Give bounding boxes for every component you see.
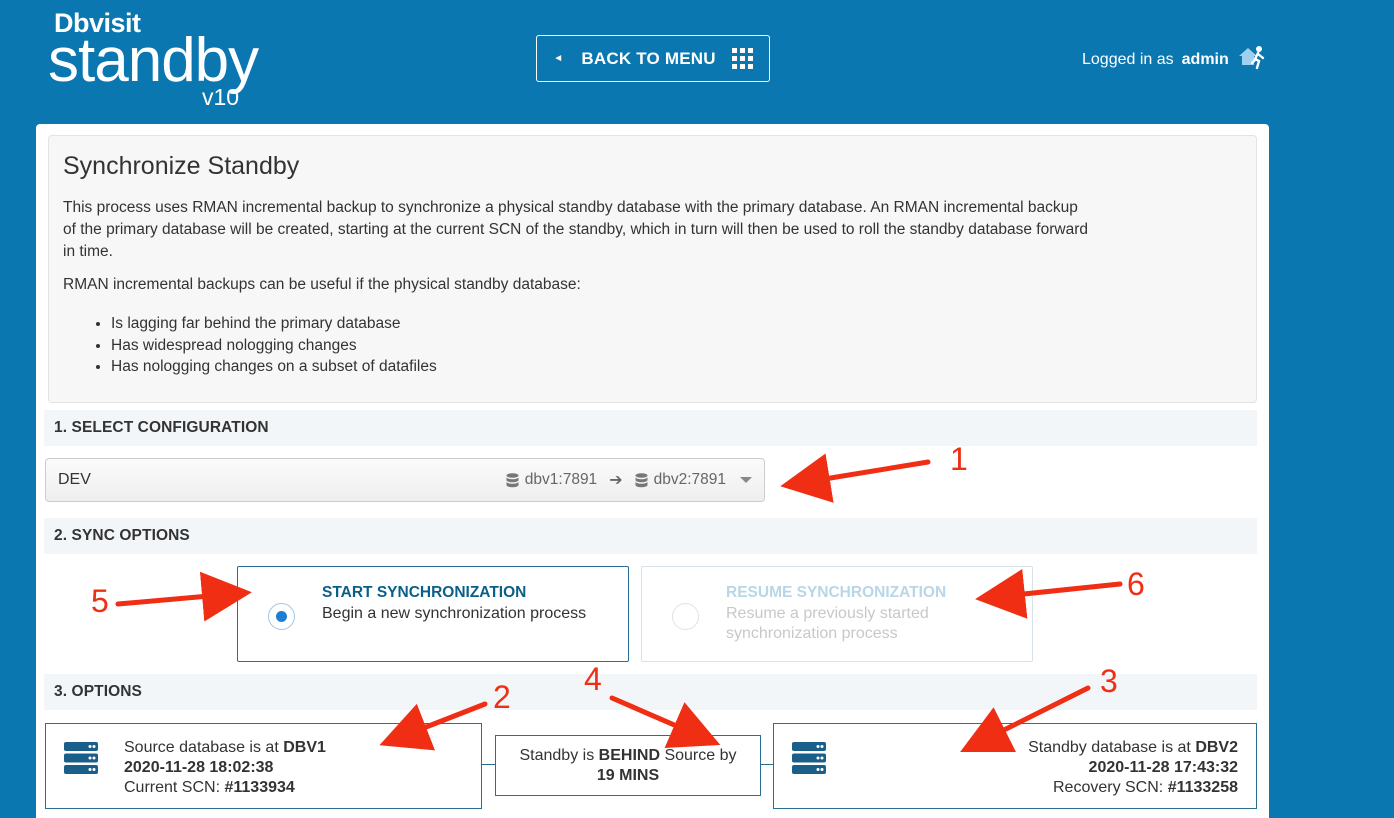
back-arrow-icon: ◄ — [553, 53, 564, 64]
source-timestamp: 2020-11-28 18:02:38 — [124, 759, 274, 776]
logo-product: standby — [48, 26, 259, 95]
option-description: Begin a new synchronization process — [322, 605, 587, 622]
arrow-right-icon: ➔ — [609, 472, 623, 489]
resume-synchronization-option[interactable]: RESUME SYNCHRONIZATION Resume a previous… — [641, 566, 1033, 662]
source-label: Source database is at — [124, 739, 279, 756]
chevron-down-icon — [740, 477, 752, 483]
database-icon — [506, 472, 519, 487]
standby-scn: #1133258 — [1167, 779, 1238, 796]
standby-label: Standby database is at — [1028, 739, 1191, 756]
connector-line — [761, 764, 773, 765]
standby-database-details: Standby database is at DBV2 2020-11-28 1… — [1028, 738, 1238, 798]
back-to-menu-label: BACK TO MENU — [581, 48, 716, 68]
status-suffix: Source by — [664, 747, 737, 764]
back-to-menu-button[interactable]: ◄ BACK TO MENU — [536, 35, 770, 82]
source-scn-label: Current SCN: — [124, 779, 221, 796]
server-icon — [792, 742, 826, 774]
intro-box: Synchronize Standby This process uses RM… — [48, 135, 1257, 403]
list-item: Has nologging changes on a subset of dat… — [111, 356, 1242, 378]
start-sync-radio[interactable] — [268, 603, 295, 630]
list-item: Is lagging far behind the primary databa… — [111, 313, 1242, 335]
configuration-route: dbv1:7891 — [506, 471, 597, 489]
source-host: dbv1:7891 — [524, 471, 598, 488]
standby-scn-label: Recovery SCN: — [1052, 779, 1164, 796]
start-synchronization-option[interactable]: START SYNCHRONIZATION Begin a new synchr… — [237, 566, 629, 662]
login-prefix: Logged in as — [1082, 50, 1174, 68]
dbvisit-logo: Dbvisit standby v10 — [48, 6, 288, 110]
intro-paragraph-2: RMAN incremental backups can be useful i… — [63, 276, 581, 293]
target-host: dbv2:7891 — [653, 471, 726, 488]
connector-line — [482, 764, 495, 765]
configuration-select[interactable]: DEV dbv1:7891 ➔ dbv2:7891 — [45, 458, 765, 502]
source-database-details: Source database is at DBV1 2020-11-28 18… — [124, 738, 326, 798]
configuration-name: DEV — [58, 471, 91, 488]
database-icon — [635, 472, 648, 487]
option-description: Resume a previously started synchronizat… — [726, 605, 929, 642]
menu-grid-icon — [731, 48, 753, 69]
list-item: Has widespread nologging changes — [111, 335, 1242, 357]
standby-db-name: DBV2 — [1195, 739, 1238, 756]
option-title: RESUME SYNCHRONIZATION — [726, 584, 947, 601]
status-lag: 19 MINS — [596, 767, 660, 784]
login-user: admin — [1181, 50, 1229, 68]
page-title: Synchronize Standby — [63, 152, 300, 180]
configuration-target: dbv2:7891 — [635, 471, 726, 489]
logo-version: v10 — [202, 84, 240, 110]
main-panel: Synchronize Standby This process uses RM… — [36, 124, 1269, 818]
standby-timestamp: 2020-11-28 17:43:32 — [1088, 759, 1238, 776]
server-icon — [64, 742, 98, 774]
intro-paragraph-1: This process uses RMAN incremental backu… — [63, 199, 1088, 260]
login-status: Logged in as admin — [1082, 44, 1267, 75]
section-options: 3. OPTIONS — [44, 674, 1257, 710]
resume-sync-radio[interactable] — [672, 603, 699, 630]
intro-bullet-list: Is lagging far behind the primary databa… — [111, 313, 1242, 378]
option-title: START SYNCHRONIZATION — [322, 584, 527, 601]
status-state: BEHIND — [598, 747, 660, 764]
status-prefix: Standby is — [519, 747, 595, 764]
source-scn: #1133934 — [224, 779, 295, 796]
standby-database-card: Standby database is at DBV2 2020-11-28 1… — [773, 723, 1257, 809]
section-sync-options: 2. SYNC OPTIONS — [44, 518, 1257, 554]
source-database-card: Source database is at DBV1 2020-11-28 18… — [45, 723, 482, 809]
source-db-name: DBV1 — [283, 739, 326, 756]
sync-status-box: Standby is BEHIND Source by 19 MINS — [495, 735, 761, 796]
logout-icon[interactable] — [1237, 44, 1267, 75]
section-select-configuration: 1. SELECT CONFIGURATION — [44, 410, 1257, 446]
